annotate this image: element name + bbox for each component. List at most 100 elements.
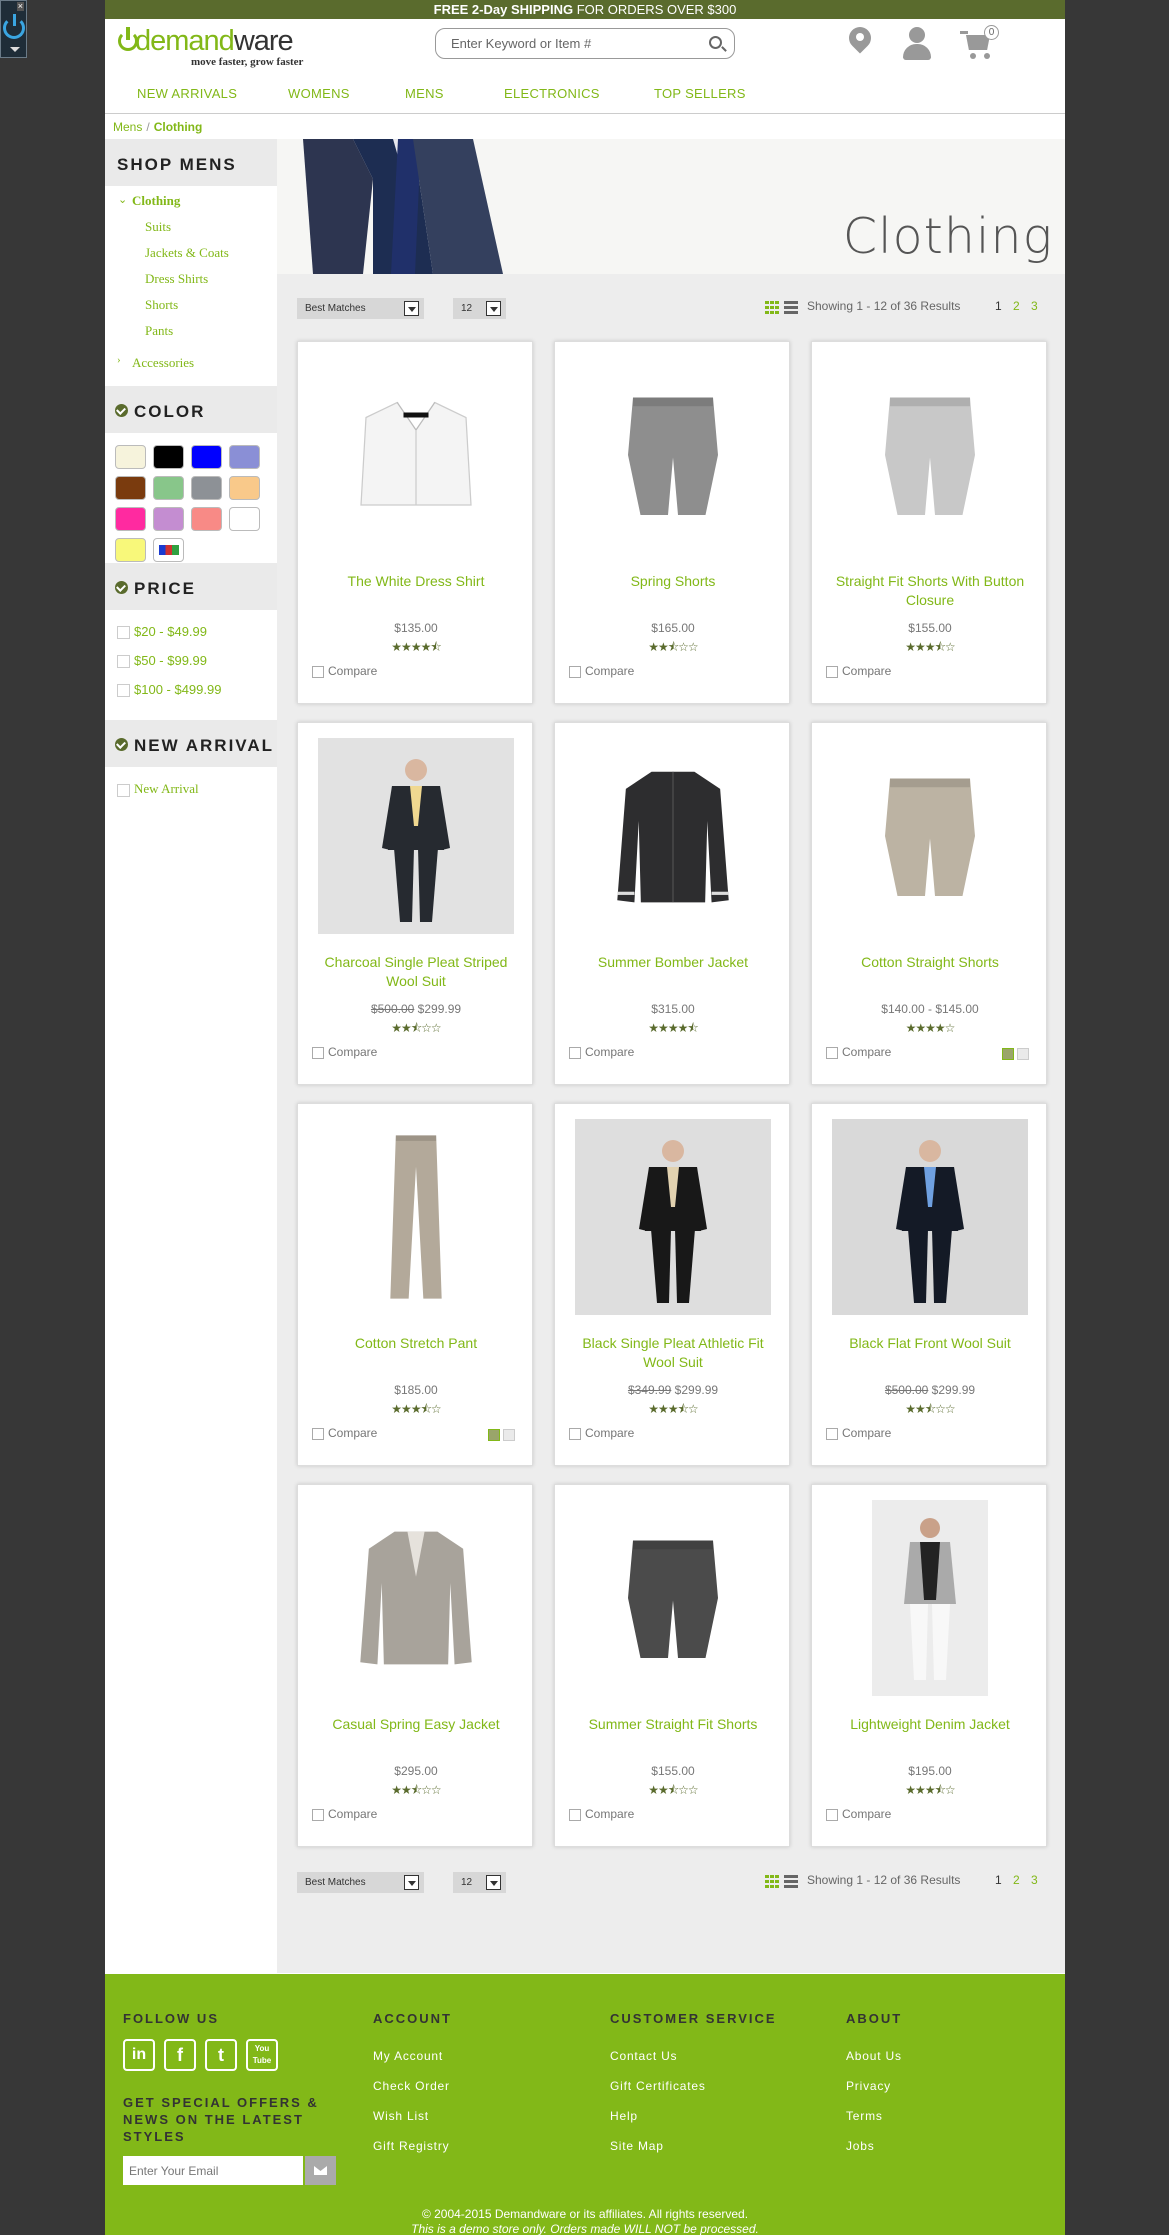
footer-link-gift-registry[interactable]: Gift Registry xyxy=(373,2139,449,2153)
cart-icon[interactable]: 0 xyxy=(960,25,999,63)
compare-checkbox[interactable]: Compare xyxy=(826,1426,891,1440)
footer-link-contact-us[interactable]: Contact Us xyxy=(610,2049,677,2063)
swatch-selected[interactable] xyxy=(1002,1048,1014,1060)
subcategory-dress-shirts[interactable]: Dress Shirts xyxy=(145,271,208,287)
compare-checkbox[interactable]: Compare xyxy=(312,1807,377,1821)
product-name[interactable]: Spring Shorts xyxy=(565,572,781,591)
product-tile[interactable]: Straight Fit Shorts With Button Closure $… xyxy=(811,341,1047,704)
price-option-50-99[interactable]: $50 - $99.99 xyxy=(117,653,207,669)
product-tile[interactable]: Casual Spring Easy Jacket $295.00 ★★⯪☆☆ Com… xyxy=(297,1484,533,1847)
price-option-20-49[interactable]: $20 - $49.99 xyxy=(117,624,207,640)
checkbox-icon[interactable] xyxy=(312,1427,324,1440)
account-icon[interactable] xyxy=(900,27,934,63)
footer-link-my-account[interactable]: My Account xyxy=(373,2049,443,2063)
page-size-select-bottom[interactable]: 12 xyxy=(453,1872,506,1893)
product-image[interactable] xyxy=(832,357,1028,553)
product-name[interactable]: Straight Fit Shorts With Button Closure xyxy=(822,572,1038,610)
page-1[interactable]: 1 xyxy=(995,299,1002,313)
search-input[interactable] xyxy=(451,36,691,51)
product-tile[interactable]: Spring Shorts $165.00 ★★⯪☆☆ Compare xyxy=(554,341,790,704)
checkbox-icon[interactable] xyxy=(569,1808,581,1821)
swatch-option[interactable] xyxy=(503,1429,515,1441)
product-tile[interactable]: Cotton Straight Shorts $140.00 - $145.00 ★… xyxy=(811,722,1047,1085)
product-image[interactable] xyxy=(575,738,771,934)
compare-checkbox[interactable]: Compare xyxy=(569,664,634,678)
product-name[interactable]: Cotton Straight Shorts xyxy=(822,953,1038,972)
power-widget[interactable]: × xyxy=(0,0,27,58)
product-image[interactable] xyxy=(575,357,771,553)
nav-electronics[interactable]: ELECTRONICS xyxy=(504,86,600,101)
compare-checkbox[interactable]: Compare xyxy=(569,1426,634,1440)
compare-checkbox[interactable]: Compare xyxy=(312,664,377,678)
subcategory-pants[interactable]: Pants xyxy=(145,323,173,339)
color-swatch[interactable] xyxy=(153,445,184,469)
color-swatch[interactable] xyxy=(191,476,222,500)
color-swatch[interactable] xyxy=(115,538,146,562)
checkbox-icon[interactable] xyxy=(312,1046,324,1059)
footer-link-terms[interactable]: Terms xyxy=(846,2109,883,2123)
product-image[interactable] xyxy=(575,1500,771,1696)
product-tile[interactable]: Cotton Stretch Pant $185.00 ★★★⯪☆ Compare xyxy=(297,1103,533,1466)
product-image[interactable] xyxy=(575,1119,771,1315)
swatch-option[interactable] xyxy=(1017,1048,1029,1060)
caret-down-icon[interactable] xyxy=(10,47,20,52)
checkbox-icon[interactable] xyxy=(826,665,838,678)
product-name[interactable]: Lightweight Denim Jacket xyxy=(822,1715,1038,1734)
compare-checkbox[interactable]: Compare xyxy=(312,1426,377,1440)
breadcrumb-mens[interactable]: Mens xyxy=(113,120,142,134)
page-2-bottom[interactable]: 2 xyxy=(1013,1873,1020,1887)
product-name[interactable]: Charcoal Single Pleat Striped Wool Suit xyxy=(308,953,524,991)
color-swatch[interactable] xyxy=(115,476,146,500)
color-swatch[interactable] xyxy=(191,507,222,531)
price-option-100-499[interactable]: $100 - $499.99 xyxy=(117,682,221,698)
product-tile[interactable]: The White Dress Shirt $135.00 ★★★★⯪ Compare xyxy=(297,341,533,704)
compare-checkbox[interactable]: Compare xyxy=(826,664,891,678)
page-size-select[interactable]: 12 xyxy=(453,298,506,319)
compare-checkbox[interactable]: Compare xyxy=(826,1807,891,1821)
color-swatch[interactable] xyxy=(115,445,146,469)
product-name[interactable]: Black Flat Front Wool Suit xyxy=(822,1334,1038,1353)
color-swatch[interactable] xyxy=(115,507,146,531)
checkbox-icon[interactable] xyxy=(312,665,324,678)
search-icon[interactable] xyxy=(709,36,722,49)
nav-new-arrivals[interactable]: NEW ARRIVALS xyxy=(137,86,237,101)
color-swatch[interactable] xyxy=(229,476,260,500)
list-view-icon[interactable] xyxy=(784,1875,798,1888)
product-tile[interactable]: Summer Bomber Jacket $315.00 ★★★★⯪ Compare xyxy=(554,722,790,1085)
subcategory-jackets[interactable]: Jackets & Coats xyxy=(145,245,229,261)
product-name[interactable]: The White Dress Shirt xyxy=(308,572,524,591)
checkbox-icon[interactable] xyxy=(826,1046,838,1059)
product-tile[interactable]: Summer Straight Fit Shorts $155.00 ★★⯪☆☆ Co… xyxy=(554,1484,790,1847)
grid-view-icon[interactable] xyxy=(765,1875,779,1888)
product-tile[interactable]: Charcoal Single Pleat Striped Wool Suit $… xyxy=(297,722,533,1085)
subcategory-suits[interactable]: Suits xyxy=(145,219,171,235)
color-swatch[interactable] xyxy=(191,445,222,469)
sort-select[interactable]: Best Matches xyxy=(297,298,424,319)
product-image[interactable] xyxy=(318,738,514,934)
checkbox-icon[interactable] xyxy=(826,1427,838,1440)
footer-link-privacy[interactable]: Privacy xyxy=(846,2079,891,2093)
product-name[interactable]: Cotton Stretch Pant xyxy=(308,1334,524,1353)
page-3[interactable]: 3 xyxy=(1031,299,1038,313)
list-view-icon[interactable] xyxy=(784,301,798,314)
checkbox-icon[interactable] xyxy=(569,1427,581,1440)
close-icon[interactable]: × xyxy=(16,2,24,11)
footer-link-jobs[interactable]: Jobs xyxy=(846,2139,875,2153)
nav-mens[interactable]: MENS xyxy=(405,86,444,101)
product-image[interactable] xyxy=(318,1500,514,1696)
color-swatch[interactable] xyxy=(153,476,184,500)
email-input[interactable] xyxy=(123,2156,303,2185)
product-name[interactable]: Black Single Pleat Athletic Fit Wool Sui… xyxy=(565,1334,781,1372)
nav-womens[interactable]: WOMENS xyxy=(288,86,350,101)
category-accessories[interactable]: Accessories xyxy=(132,355,194,371)
footer-link-about-us[interactable]: About Us xyxy=(846,2049,902,2063)
product-image[interactable] xyxy=(832,1500,1028,1696)
grid-view-icon[interactable] xyxy=(765,301,779,314)
page-1-bottom[interactable]: 1 xyxy=(995,1873,1002,1887)
color-swatch[interactable] xyxy=(229,507,260,531)
swatch-selected[interactable] xyxy=(488,1429,500,1441)
linkedin-icon[interactable]: in xyxy=(123,2039,155,2071)
compare-checkbox[interactable]: Compare xyxy=(569,1807,634,1821)
page-3-bottom[interactable]: 3 xyxy=(1031,1873,1038,1887)
footer-link-help[interactable]: Help xyxy=(610,2109,638,2123)
